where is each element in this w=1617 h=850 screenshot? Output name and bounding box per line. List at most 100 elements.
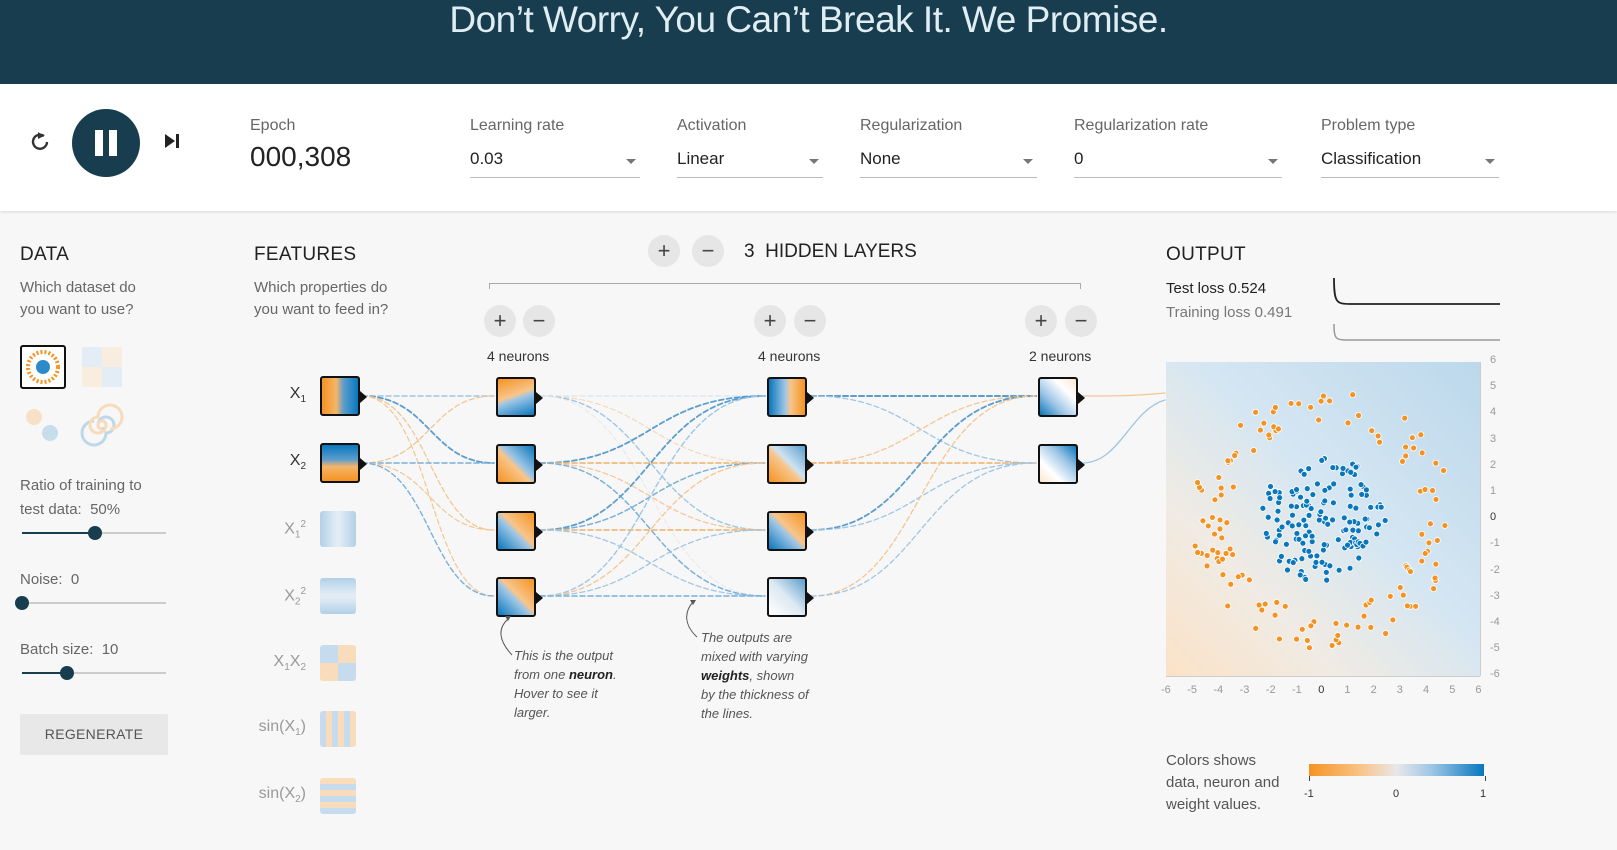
- scatter-point-blue: [1358, 491, 1366, 498]
- scatter-point-orange: [1440, 467, 1447, 474]
- scatter-point-blue: [1314, 480, 1321, 488]
- x-tick-label: -6: [1161, 684, 1171, 696]
- scatter-point-orange: [1275, 425, 1282, 433]
- scatter-point-orange: [1215, 474, 1223, 481]
- scatter-point-orange: [1429, 487, 1436, 494]
- scatter-point-orange: [1234, 573, 1242, 581]
- scatter-point-orange: [1386, 592, 1394, 600]
- scatter-point-orange: [1191, 542, 1199, 550]
- scatter-point-blue: [1354, 527, 1362, 535]
- scatter-point-orange: [1334, 632, 1342, 639]
- scatter-point-orange: [1194, 479, 1201, 486]
- scatter-point-orange: [1219, 555, 1226, 563]
- scatter-point-orange: [1272, 403, 1279, 411]
- scatter-point-blue: [1313, 552, 1321, 560]
- scatter-point-orange: [1260, 419, 1268, 427]
- output-heading: OUTPUT: [1166, 244, 1246, 265]
- x-tick-label: 0: [1318, 684, 1325, 696]
- scatter-point-blue: [1357, 481, 1365, 488]
- legend-mid: 0: [1393, 788, 1400, 800]
- scatter-point-blue: [1259, 504, 1267, 512]
- scatter-point-orange: [1431, 574, 1439, 582]
- legend-max: 1: [1480, 788, 1487, 800]
- scatter-point-orange: [1261, 600, 1269, 608]
- scatter-point-orange: [1211, 496, 1219, 504]
- scatter-point-blue: [1373, 530, 1381, 538]
- scatter-point-blue: [1284, 566, 1291, 574]
- scatter-point-blue: [1320, 541, 1328, 549]
- scatter-point-blue: [1326, 562, 1334, 570]
- scatter-point-orange: [1231, 452, 1239, 459]
- scatter-point-blue: [1334, 536, 1342, 544]
- scatter-point-blue: [1330, 480, 1338, 488]
- legend-min: -1: [1304, 788, 1314, 800]
- scatter-point-orange: [1349, 391, 1357, 399]
- loss-chart: [1333, 277, 1500, 341]
- neuron-output-note: This is the output from one neuron. Hove…: [514, 646, 644, 722]
- scatter-point-orange: [1320, 392, 1327, 400]
- scatter-point-blue: [1317, 508, 1325, 516]
- scatter-point-blue: [1349, 526, 1357, 534]
- scatter-point-blue: [1363, 486, 1370, 494]
- scatter-point-blue: [1335, 566, 1343, 574]
- scatter-point-blue: [1355, 554, 1363, 562]
- scatter-point-blue: [1318, 457, 1326, 464]
- scatter-point-orange: [1433, 537, 1441, 544]
- scatter-point-orange: [1250, 447, 1258, 454]
- scatter-point-blue: [1266, 495, 1274, 502]
- scatter-point-orange: [1237, 421, 1244, 429]
- y-tick-label: -1: [1490, 537, 1500, 550]
- scatter-point-blue: [1296, 571, 1304, 579]
- x-tick-label: 6: [1475, 684, 1482, 696]
- color-scale-bar: [1309, 764, 1484, 776]
- scatter-point-blue: [1282, 540, 1290, 548]
- scatter-point-orange: [1211, 530, 1218, 538]
- scatter-point-blue: [1275, 531, 1283, 539]
- scatter-point-orange: [1399, 591, 1407, 599]
- scatter-point-blue: [1262, 529, 1270, 537]
- scatter-point-blue: [1321, 497, 1329, 505]
- scatter-point-orange: [1226, 545, 1234, 553]
- scatter-point-orange: [1374, 432, 1382, 440]
- scatter-point-blue: [1300, 516, 1308, 524]
- scatter-point-orange: [1223, 519, 1231, 527]
- scatter-point-blue: [1302, 532, 1309, 540]
- scatter-point-orange: [1224, 602, 1232, 610]
- scatter-point-blue: [1375, 521, 1382, 529]
- scatter-point-orange: [1344, 419, 1352, 427]
- scatter-point-orange: [1402, 452, 1410, 460]
- scatter-point-orange: [1412, 602, 1420, 610]
- scatter-point-orange: [1407, 568, 1414, 575]
- note-text-bold: neuron: [568, 667, 613, 682]
- scatter-point-blue: [1278, 552, 1285, 560]
- scatter-point-blue: [1352, 504, 1360, 512]
- scatter-point-orange: [1265, 431, 1273, 439]
- scatter-point-blue: [1312, 558, 1320, 566]
- scatter-point-blue: [1347, 491, 1355, 499]
- scatter-point-blue: [1346, 518, 1354, 526]
- scatter-point-blue: [1322, 568, 1330, 576]
- scatter-point-blue: [1299, 539, 1307, 547]
- y-tick-label: -5: [1490, 642, 1500, 655]
- scatter-plot: [1191, 391, 1449, 652]
- scatter-point-blue: [1289, 559, 1297, 566]
- scatter-point-orange: [1418, 449, 1426, 457]
- scatter-point-orange: [1408, 434, 1416, 442]
- scatter-point-blue: [1293, 486, 1300, 493]
- scatter-point-orange: [1367, 596, 1375, 604]
- y-tick-label: 0: [1490, 511, 1497, 524]
- y-tick-label: -6: [1490, 668, 1500, 681]
- scatter-point-blue: [1271, 488, 1279, 495]
- scatter-point-orange: [1441, 522, 1449, 529]
- y-tick-label: 2: [1490, 458, 1497, 471]
- scatter-point-orange: [1432, 459, 1440, 467]
- scatter-point-blue: [1342, 526, 1350, 534]
- scatter-point-blue: [1330, 499, 1337, 507]
- scatter-point-orange: [1252, 624, 1260, 632]
- scatter-point-orange: [1389, 616, 1397, 624]
- x-tick-label: -1: [1292, 684, 1302, 696]
- scatter-point-orange: [1382, 630, 1389, 637]
- scatter-point-orange: [1430, 585, 1437, 593]
- scatter-point-orange: [1271, 611, 1279, 619]
- scatter-point-orange: [1401, 414, 1409, 422]
